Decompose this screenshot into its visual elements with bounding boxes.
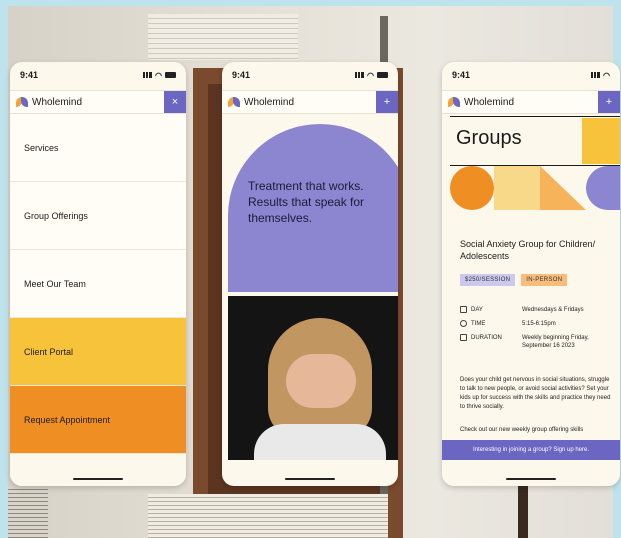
app-header: Wholemind + [222, 90, 398, 114]
book-stack-left [8, 486, 48, 538]
nav-menu: Services Group Offerings Meet Our Team C… [10, 114, 186, 454]
decor-shapes [450, 166, 620, 210]
hero-text: Treatment that works. Results that speak… [248, 179, 365, 225]
wifi-icon: ◠ [155, 70, 162, 80]
group-description: Does your child get nervous in social si… [460, 377, 611, 410]
phone-menu-screen: 9:41 ◠ Wholemind × Services Group Offeri… [10, 62, 186, 486]
status-time: 9:41 [232, 70, 251, 80]
format-badge: IN-PERSON [521, 274, 568, 286]
home-indicator [506, 478, 556, 480]
detail-row: DURATION Weekly beginning Friday, Septem… [460, 334, 616, 350]
bottom-area [10, 460, 186, 486]
brand[interactable]: Wholemind [16, 97, 82, 108]
nav-item-request-appointment[interactable]: Request Appointment [10, 386, 186, 454]
status-time: 9:41 [20, 70, 39, 80]
decor-triangle [540, 166, 586, 210]
brand[interactable]: Wholemind [228, 97, 294, 108]
signal-icon [591, 72, 601, 78]
nav-item-group-offerings[interactable]: Group Offerings [10, 182, 186, 250]
phone-home-screen: 9:41 ◠ Wholemind + Treatment that works.… [222, 62, 398, 486]
nav-item-client-portal[interactable]: Client Portal [10, 318, 186, 386]
book-stack-bottom [148, 494, 388, 538]
battery-icon [377, 72, 388, 78]
home-indicator [285, 478, 335, 480]
nav-item-meet-team[interactable]: Meet Our Team [10, 250, 186, 318]
detail-value: Wednesdays & Fridays [522, 307, 584, 313]
price-badge: $250/SESSION [460, 274, 516, 286]
badges: $250/SESSION IN-PERSON [460, 274, 568, 286]
decor-square [494, 166, 540, 210]
brand-name: Wholemind [464, 96, 515, 108]
phone-groups-screen: 9:41 ◠ Wholemind + Groups Social Anxiety… [442, 62, 620, 486]
decor-circle [450, 166, 494, 210]
decor-yellow-square [582, 118, 620, 164]
book-stack-top [148, 14, 298, 60]
logo-icon [228, 97, 240, 107]
logo-icon [448, 97, 460, 107]
detail-value: 5:15-6:15pm [522, 321, 556, 327]
status-bar: 9:41 ◠ [10, 62, 186, 88]
child-photo [228, 296, 398, 460]
wifi-icon: ◠ [367, 70, 374, 80]
open-menu-button[interactable]: + [376, 91, 398, 113]
detail-label: DAY [471, 307, 483, 313]
status-time: 9:41 [452, 70, 471, 80]
group-details: DAY Wednesdays & Fridays TIME 5:15-6:15p… [460, 306, 616, 356]
open-menu-button[interactable]: + [598, 91, 620, 113]
calendar-icon [460, 306, 467, 313]
status-icons: ◠ [143, 71, 176, 80]
wifi-icon: ◠ [603, 70, 610, 80]
hourglass-icon [460, 334, 467, 341]
brand-name: Wholemind [244, 96, 295, 108]
photo-shirt [254, 424, 386, 460]
nav-item-services[interactable]: Services [10, 114, 186, 182]
clock-icon [460, 320, 467, 327]
decor-half-circle [586, 166, 620, 210]
group-description-2: Check out our new weekly group offering … [460, 427, 584, 433]
status-bar: 9:41 ◠ [222, 62, 398, 88]
detail-value: Weekly beginning Friday, September 16 20… [522, 335, 589, 349]
status-bar: 9:41 ◠ [442, 62, 620, 88]
detail-row: DAY Wednesdays & Fridays [460, 306, 616, 314]
signal-icon [143, 72, 153, 78]
app-header: Wholemind + [442, 90, 620, 114]
group-title: Social Anxiety Group for Children/ Adole… [460, 239, 596, 261]
status-icons: ◠ [591, 71, 610, 80]
app-header: Wholemind × [10, 90, 186, 114]
battery-icon [165, 72, 176, 78]
close-menu-button[interactable]: × [164, 91, 186, 113]
signal-icon [355, 72, 365, 78]
detail-label: TIME [471, 321, 486, 327]
brand-name: Wholemind [32, 96, 83, 108]
status-icons: ◠ [355, 71, 388, 80]
detail-label: DURATION [471, 335, 502, 341]
brand[interactable]: Wholemind [448, 97, 514, 108]
logo-icon [16, 97, 28, 107]
hero: Treatment that works. Results that speak… [228, 124, 398, 292]
home-indicator [73, 478, 123, 480]
photo-hands [286, 354, 356, 408]
detail-row: TIME 5:15-6:15pm [460, 320, 616, 328]
signup-cta[interactable]: Interesting in joining a group? Sign up … [442, 440, 620, 460]
